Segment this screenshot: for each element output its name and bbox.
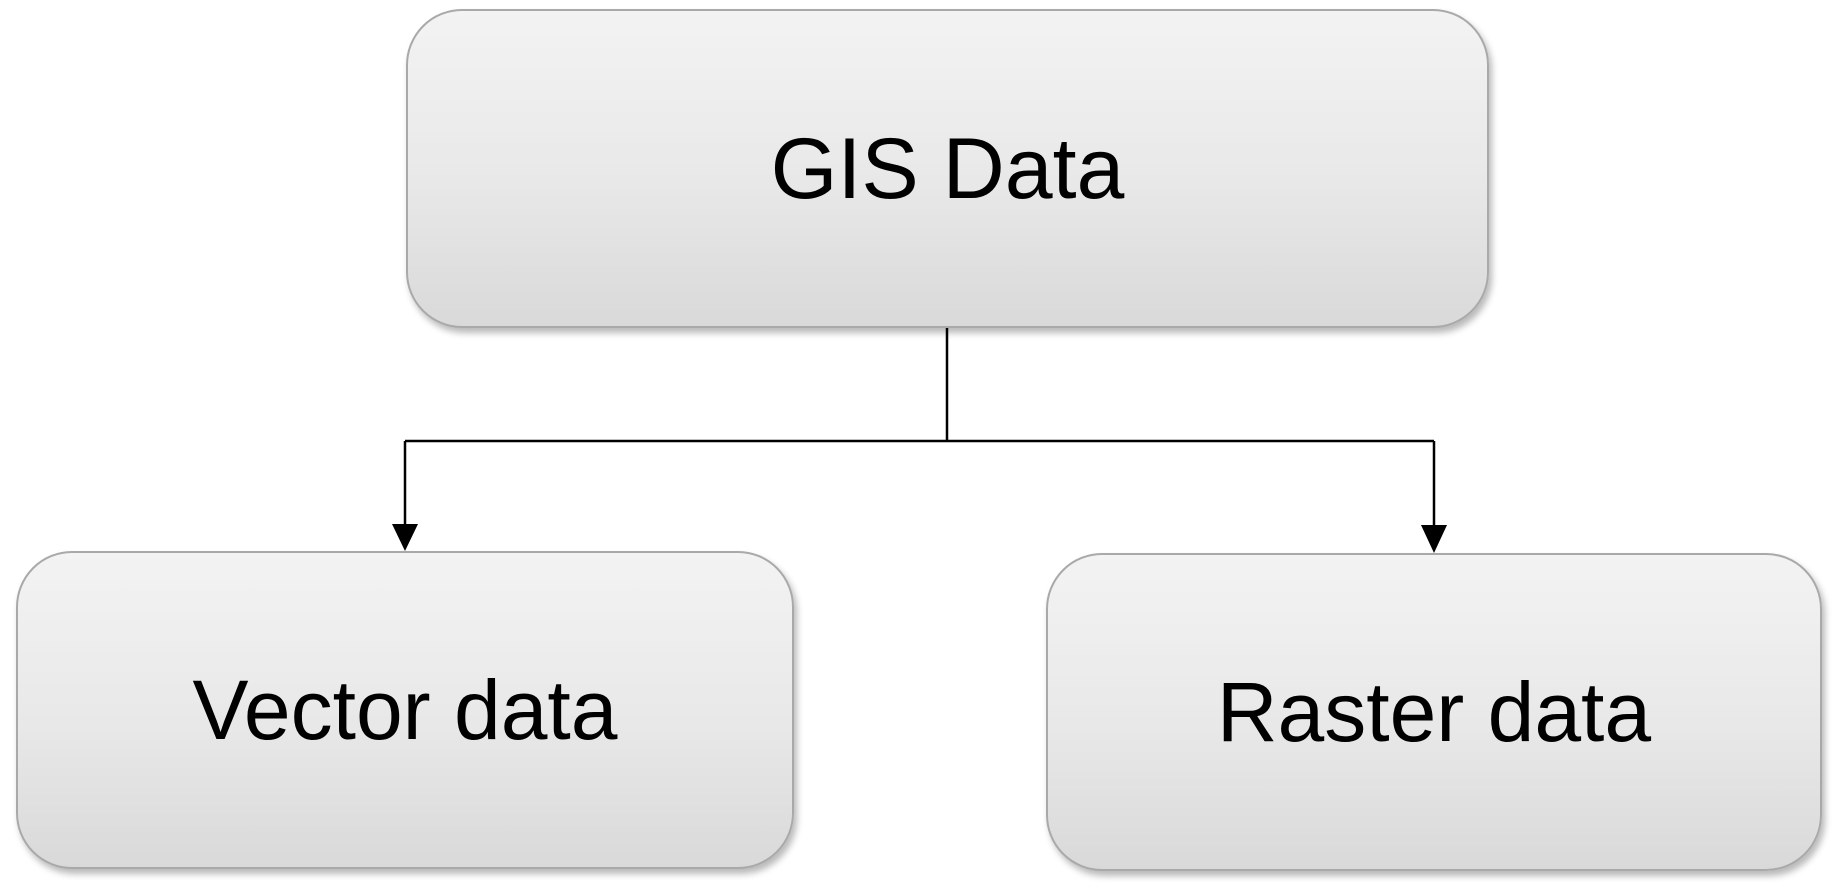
- node-raster-data: Raster data: [1046, 553, 1822, 871]
- arrow-to-raster-data: [1421, 441, 1447, 553]
- node-gis-data-label: GIS Data: [770, 120, 1125, 217]
- arrow-to-vector-data: [392, 441, 418, 551]
- node-raster-data-label: Raster data: [1216, 665, 1652, 759]
- node-vector-data: Vector data: [16, 551, 794, 869]
- node-vector-data-label: Vector data: [192, 663, 618, 757]
- node-gis-data: GIS Data: [406, 9, 1489, 328]
